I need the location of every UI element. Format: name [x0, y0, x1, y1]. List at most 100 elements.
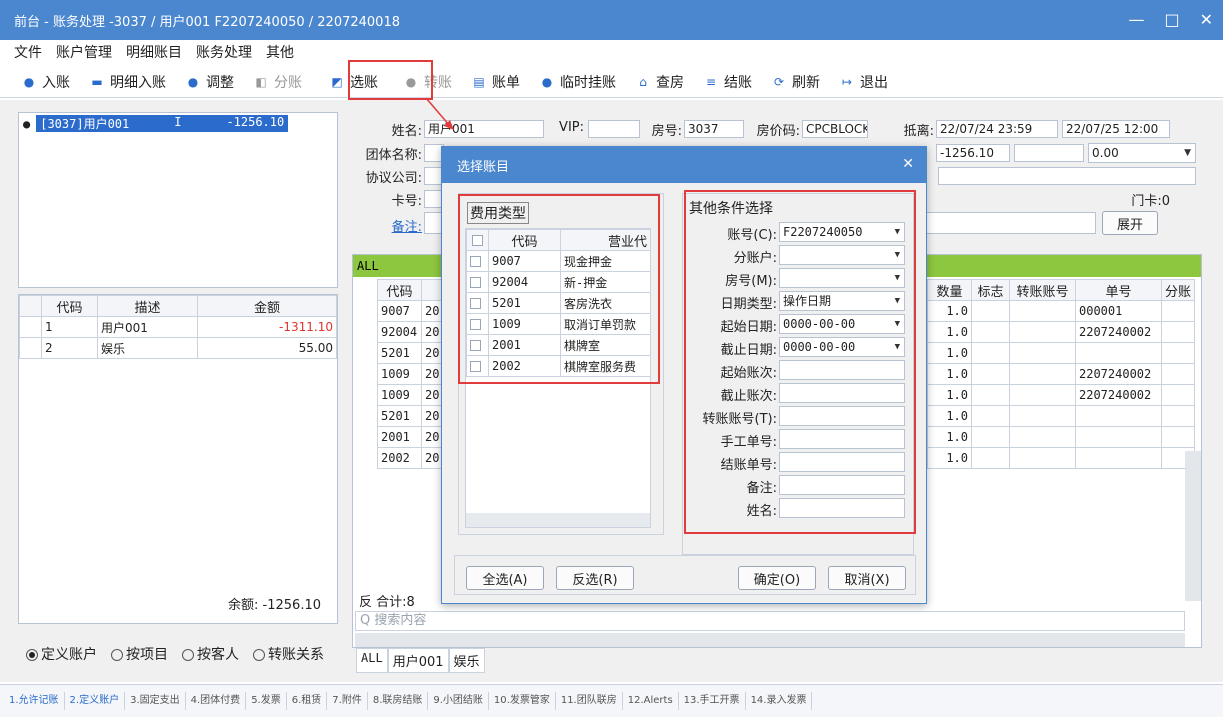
split-button[interactable]: ◧ 分账	[244, 67, 312, 97]
card-label: 卡号:	[391, 194, 422, 209]
fee-list-scrollbar[interactable]	[466, 513, 650, 527]
account-table: 代码 描述 金额 1 用户001 -1311.10 2 娱乐 55.00	[19, 295, 337, 359]
cell-split	[1160, 321, 1196, 343]
radio-by-item[interactable]: 按项目	[111, 644, 168, 664]
radio-label: 按项目	[126, 647, 168, 663]
select-all-button[interactable]: 全选(A)	[466, 566, 544, 590]
radio-off-icon	[182, 649, 194, 661]
split-icon: ◧	[255, 74, 267, 89]
temp-credit-button[interactable]: ● 临时挂账	[530, 67, 626, 97]
table-row[interactable]: 9007 20	[377, 300, 444, 322]
menu-other[interactable]: 其他	[266, 42, 294, 62]
cell-code: 2002	[377, 447, 422, 469]
table-row[interactable]: 2002 20	[377, 447, 444, 469]
vip-field[interactable]	[588, 120, 640, 138]
radio-by-guest[interactable]: 按客人	[182, 644, 239, 664]
maximize-icon[interactable]: □	[1164, 10, 1179, 29]
arrive-field[interactable]: 22/07/24 23:59	[936, 120, 1058, 138]
cell-no: 2207240002	[1075, 384, 1162, 406]
tree-item-selected[interactable]: [3037]用户001 I -1256.10	[36, 115, 289, 132]
remark-extra-field[interactable]	[926, 212, 1096, 234]
col-transfer: 转账账号	[1009, 279, 1076, 301]
ok-button[interactable]: 确定(O)	[738, 566, 816, 590]
table-row[interactable]: 1009 20	[377, 363, 444, 385]
radio-transfer[interactable]: 转账关系	[253, 644, 324, 664]
status-tab[interactable]: 8.联房结账	[368, 692, 429, 710]
horizontal-scrollbar[interactable]	[355, 633, 1185, 647]
expand-button[interactable]: 展开	[1102, 211, 1158, 235]
tab-entertainment[interactable]: 娱乐	[448, 648, 485, 673]
tree-item[interactable]: ● [3037]用户001 I -1256.10	[23, 115, 333, 132]
cell-flag	[971, 384, 1010, 406]
group-label: 团体名称:	[365, 148, 422, 163]
highlight-select-button	[348, 60, 433, 100]
tab-all[interactable]: ALL	[356, 648, 388, 673]
status-tab[interactable]: 4.团体付费	[186, 692, 247, 710]
table-row[interactable]: 1009 20	[377, 384, 444, 406]
status-tab[interactable]: 6.租赁	[287, 692, 328, 710]
refresh-button[interactable]: ⟳ 刷新	[762, 67, 830, 97]
status-tab[interactable]: 7.附件	[327, 692, 368, 710]
close-icon[interactable]: ✕	[1200, 10, 1213, 29]
table-row[interactable]: 2 娱乐 55.00	[19, 337, 337, 359]
table-row[interactable]: 92004 20	[377, 321, 444, 343]
bill-button[interactable]: ▤ 账单	[462, 67, 530, 97]
status-tab[interactable]: 2.定义账户	[65, 692, 126, 710]
table-row[interactable]: 1.0 000001	[927, 300, 1196, 322]
adjust-button[interactable]: ● 调整	[176, 67, 244, 97]
discount-select[interactable]: 0.00 ▼	[1088, 143, 1196, 163]
cancel-button[interactable]: 取消(X)	[828, 566, 906, 590]
status-tab[interactable]: 10.发票管家	[489, 692, 556, 710]
checkout-button[interactable]: ≡ 结账	[694, 67, 762, 97]
dialog-close-icon[interactable]: ✕	[902, 156, 914, 172]
table-row[interactable]: 1.0	[927, 426, 1196, 448]
detail-post-button[interactable]: ▬ 明细入账	[80, 67, 176, 97]
status-tab[interactable]: 3.固定支出	[125, 692, 186, 710]
dialog-title: 选择账目	[457, 159, 510, 175]
table-row[interactable]: 5201 20	[377, 342, 444, 364]
table-row[interactable]: 1.0	[927, 342, 1196, 364]
table-row[interactable]: 1 用户001 -1311.10	[19, 316, 337, 338]
account-tree[interactable]: ● [3037]用户001 I -1256.10	[18, 112, 338, 288]
status-tab[interactable]: 5.发票	[246, 692, 287, 710]
balance-field[interactable]: -1256.10	[936, 144, 1010, 162]
vertical-scrollbar[interactable]	[1185, 451, 1201, 601]
table-row[interactable]: 1.0	[927, 447, 1196, 469]
company-extra-field[interactable]	[938, 167, 1196, 185]
menu-file[interactable]: 文件	[14, 42, 42, 62]
room-field[interactable]: 3037	[684, 120, 744, 138]
exit-button[interactable]: ↦ 退出	[830, 67, 898, 97]
radio-defined-account[interactable]: 定义账户	[26, 644, 97, 664]
menu-detail[interactable]: 明细账目	[126, 42, 182, 62]
title-bar: 前台 - 账务处理 -3037 / 用户001 F2207240050 / 22…	[0, 0, 1223, 40]
table-row[interactable]: 1.0	[927, 405, 1196, 427]
tab-user001[interactable]: 用户001	[387, 648, 449, 673]
post-button[interactable]: ● 入账	[12, 67, 80, 97]
status-tab[interactable]: 12.Alerts	[623, 692, 679, 710]
minimize-icon[interactable]: —	[1128, 10, 1144, 29]
check-room-button[interactable]: ⌂ 查房	[626, 67, 694, 97]
status-tab[interactable]: 14.录入发票	[746, 692, 813, 710]
status-tab[interactable]: 9.小团结账	[428, 692, 489, 710]
depart-field[interactable]: 22/07/25 12:00	[1062, 120, 1170, 138]
menu-process[interactable]: 账务处理	[196, 42, 252, 62]
search-input[interactable]: Q 搜索内容	[355, 611, 1185, 631]
remark-link[interactable]: 备注:	[370, 216, 422, 235]
status-tab[interactable]: 1.允许记账	[4, 692, 65, 710]
table-row[interactable]: 2001 20	[377, 426, 444, 448]
menu-bar: 文件 账户管理 明细账目 账务处理 其他	[0, 40, 1223, 64]
cell-transfer	[1009, 384, 1076, 406]
rate-field[interactable]: CPCBLOCK	[802, 120, 868, 138]
table-row[interactable]: 5201 20	[377, 405, 444, 427]
table-row[interactable]: 1.0 2207240002	[927, 384, 1196, 406]
status-tab[interactable]: 11.团队联房	[556, 692, 623, 710]
extra-field[interactable]	[1014, 144, 1084, 162]
stack-icon: ≡	[705, 74, 717, 89]
status-tab[interactable]: 13.手工开票	[679, 692, 746, 710]
invert-selection-button[interactable]: 反选(R)	[556, 566, 634, 590]
table-row[interactable]: 1.0 2207240002	[927, 363, 1196, 385]
cell-flag	[971, 300, 1010, 322]
cell-no	[1075, 447, 1162, 469]
menu-account[interactable]: 账户管理	[56, 42, 112, 62]
table-row[interactable]: 1.0 2207240002	[927, 321, 1196, 343]
